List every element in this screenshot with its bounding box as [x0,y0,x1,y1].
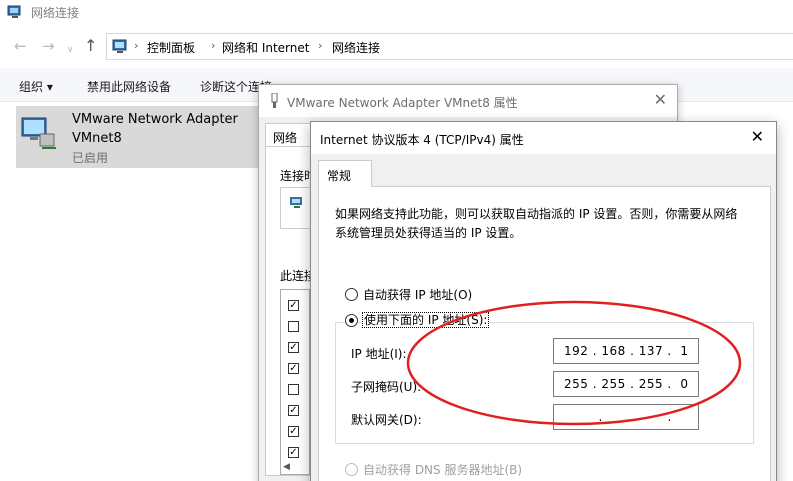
ip-address-input[interactable]: 192 . 168 . 137 . 1 [553,338,699,364]
network-card-icon [290,197,302,208]
ipv4-panel: 如果网络支持此功能，则可以获取自动指派的 IP 设置。否则，你需要从网络系统管理… [318,186,771,481]
component-checkbox[interactable]: ✓ [288,405,299,416]
breadcrumb-separator: › [134,39,139,52]
control-panel-icon [112,39,127,53]
organize-label: 组织 [19,80,44,94]
ipv4-dialog-title: Internet 协议版本 4 (TCP/IPv4) 属性 [320,133,524,147]
adapter-name: VMware Network Adapter [72,112,238,127]
subnet-mask-input[interactable]: 255 . 255 . 255 . 0 [553,371,699,397]
manual-ip-radio[interactable] [345,314,358,327]
ip-address-label: IP 地址(I): [351,347,407,361]
network-adapter-icon [21,117,56,149]
manual-ip-label[interactable]: 使用下面的 IP 地址(S): [362,311,490,328]
auto-ip-radio[interactable] [345,288,358,301]
default-gateway-label: 默认网关(D): [351,413,422,427]
auto-ip-label[interactable]: 自动获得 IP 地址(O) [363,286,472,303]
adapter-sub: VMnet8 [72,131,122,146]
radio-selected-dot [349,318,354,323]
component-checkbox[interactable] [288,384,299,395]
back-arrow-icon[interactable]: ← [14,38,27,54]
auto-dns-label[interactable]: 自动获得 DNS 服务器地址(B) [363,461,522,478]
component-checkbox[interactable]: ✓ [288,363,299,374]
forward-arrow-icon[interactable]: → [42,38,55,54]
prop-dialog-titlebar: VMware Network Adapter VMnet8 属性 ✕ [259,85,677,117]
breadcrumb-separator: › [318,39,323,52]
window-title: 网络连接 [31,6,80,20]
breadcrumb-control-panel[interactable]: 控制面板 [147,39,195,56]
network-connections-icon [7,5,21,18]
breadcrumb-network-connections[interactable]: 网络连接 [332,39,380,56]
manual-ip-label-text: 使用下面的 IP 地址(S): [362,312,490,328]
tab-general-label: 常规 [327,169,352,183]
window-titlebar: 网络连接 [0,0,793,26]
component-checkbox[interactable] [288,321,299,332]
ip-settings-description: 如果网络支持此功能，则可以获取自动指派的 IP 设置。否则，你需要从网络系统管理… [335,207,738,240]
component-checkbox[interactable]: ✓ [288,300,299,311]
component-checkbox[interactable]: ✓ [288,426,299,437]
tab-general[interactable]: 常规 [318,160,372,187]
prop-dialog-title: VMware Network Adapter VMnet8 属性 [287,96,518,110]
breadcrumb-separator: › [211,39,216,52]
adapter-icon [271,93,278,108]
breadcrumb-network-internet[interactable]: 网络和 Internet [222,39,309,56]
tab-network[interactable]: 网络 [265,123,311,147]
ipv4-dialog-titlebar: Internet 协议版本 4 (TCP/IPv4) 属性 ✕ [311,122,776,154]
ip-address-value: 192 . 168 . 137 . 1 [564,344,689,358]
components-list[interactable]: ✓ ✓ ✓ ✓ ✓ ✓ ◀ [280,289,310,475]
close-icon[interactable]: ✕ [751,127,764,146]
chevron-down-icon[interactable]: ∨ [67,42,74,58]
adapter-status: 已启用 [72,151,109,165]
subnet-mask-value: 255 . 255 . 255 . 0 [564,377,689,391]
auto-dns-radio[interactable] [345,463,358,476]
component-checkbox[interactable]: ✓ [288,447,299,458]
address-bar[interactable]: › 控制面板 › 网络和 Internet › 网络连接 [106,33,793,60]
tab-network-label: 网络 [273,131,298,145]
subnet-mask-label: 子网掩码(U): [351,380,422,394]
scroll-left-icon[interactable]: ◀ [283,462,290,472]
default-gateway-value: . . . [564,410,672,424]
navigation-bar: ← → ∨ ↑ › 控制面板 › 网络和 Internet › 网络连接 [0,30,793,64]
close-icon[interactable]: ✕ [654,90,667,109]
component-checkbox[interactable]: ✓ [288,342,299,353]
default-gateway-input[interactable]: . . . [553,404,699,430]
up-arrow-icon[interactable]: ↑ [84,36,97,55]
disable-device-button[interactable]: 禁用此网络设备 [87,78,171,95]
ipv4-properties-dialog: Internet 协议版本 4 (TCP/IPv4) 属性 ✕ 常规 如果网络支… [310,121,777,481]
organize-button[interactable]: 组织 ▾ [19,78,53,95]
adapter-vmnet8[interactable]: VMware Network Adapter VMnet8 已启用 [16,106,260,168]
